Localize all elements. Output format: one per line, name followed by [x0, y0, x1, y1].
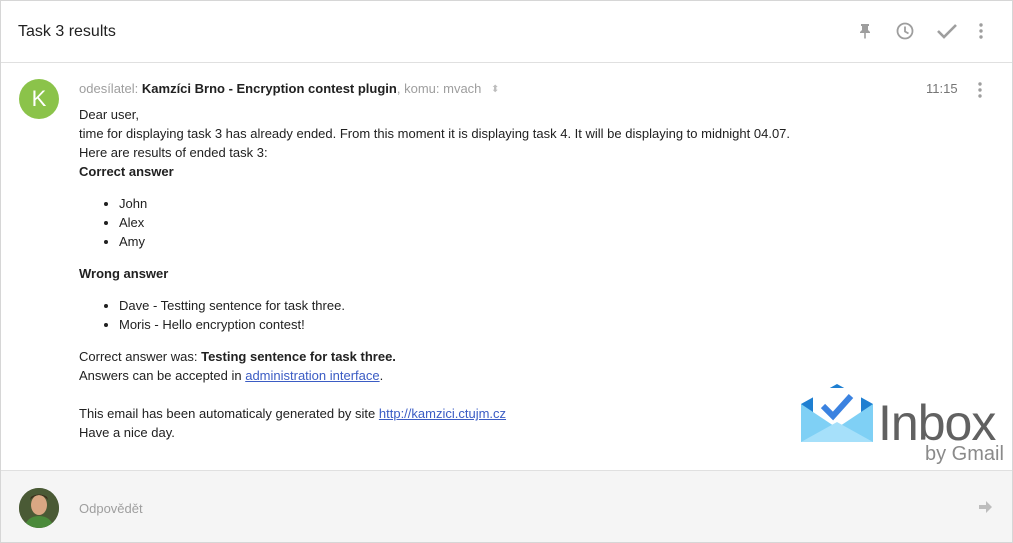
done-icon[interactable] [936, 21, 957, 41]
thread-subject: Task 3 results [18, 23, 116, 40]
list-item: Moris - Hello encryption contest! [119, 315, 879, 334]
email-thread-view: Task 3 results K odesílatel: Kamzíci Brn… [0, 0, 1013, 543]
sender-line[interactable]: odesílatel: Kamzíci Brno - Encryption co… [79, 81, 499, 96]
sender-avatar[interactable]: K [19, 79, 59, 119]
list-item: John [119, 194, 879, 213]
answer-prefix: Correct answer was: [79, 349, 202, 364]
generated-line: This email has been automaticaly generat… [79, 404, 879, 423]
reply-bar[interactable]: Odpovědět [1, 470, 1012, 542]
reply-arrow-icon[interactable] [977, 499, 993, 515]
list-item: Alex [119, 213, 879, 232]
message-time: 11:15 [926, 81, 958, 96]
body-line: time for displaying task 3 has already e… [79, 126, 791, 141]
to-prefix: , komu: [396, 81, 440, 96]
expand-details-icon[interactable]: ⬍ [491, 84, 499, 95]
more-vert-icon[interactable] [971, 21, 991, 41]
reply-input[interactable]: Odpovědět [79, 501, 143, 516]
correct-answer-heading: Correct answer [79, 164, 174, 179]
admin-interface-link[interactable]: administration interface [245, 368, 379, 383]
correct-answer-list: John Alex Amy [79, 194, 879, 251]
body-line: Here are results of ended task 3: [79, 145, 268, 160]
sender-name: Kamzíci Brno - Encryption contest plugin [141, 81, 397, 96]
recipient-name: mvach [443, 81, 482, 96]
generated-prefix: This email has been automaticaly generat… [79, 406, 379, 421]
greeting: Dear user, [79, 107, 139, 122]
site-link[interactable]: http://kamzici.ctujm.cz [379, 406, 506, 421]
pin-icon[interactable] [855, 21, 875, 41]
answer-value: Testing sentence for task three. [201, 349, 396, 364]
list-item: Amy [119, 232, 879, 251]
wrong-answer-list: Dave - Testting sentence for task three.… [79, 296, 879, 334]
wrong-answer-heading: Wrong answer [79, 266, 169, 281]
user-avatar [19, 488, 59, 528]
message-more-icon[interactable] [970, 80, 990, 100]
by-gmail-text: by Gmail [925, 443, 1004, 465]
accepted-suffix: . [379, 368, 384, 383]
closing-line: Have a nice day. [79, 425, 175, 440]
from-prefix: odesílatel: [79, 81, 139, 96]
accepted-line: Answers can be accepted in administratio… [79, 366, 879, 385]
thread-header: Task 3 results [1, 1, 1012, 63]
accepted-prefix: Answers can be accepted in [79, 368, 246, 383]
message-body: Dear user, time for displaying task 3 ha… [79, 105, 879, 442]
list-item: Dave - Testting sentence for task three. [119, 296, 879, 315]
snooze-icon[interactable] [895, 21, 915, 41]
correct-answer-line: Correct answer was: Testing sentence for… [79, 347, 879, 366]
